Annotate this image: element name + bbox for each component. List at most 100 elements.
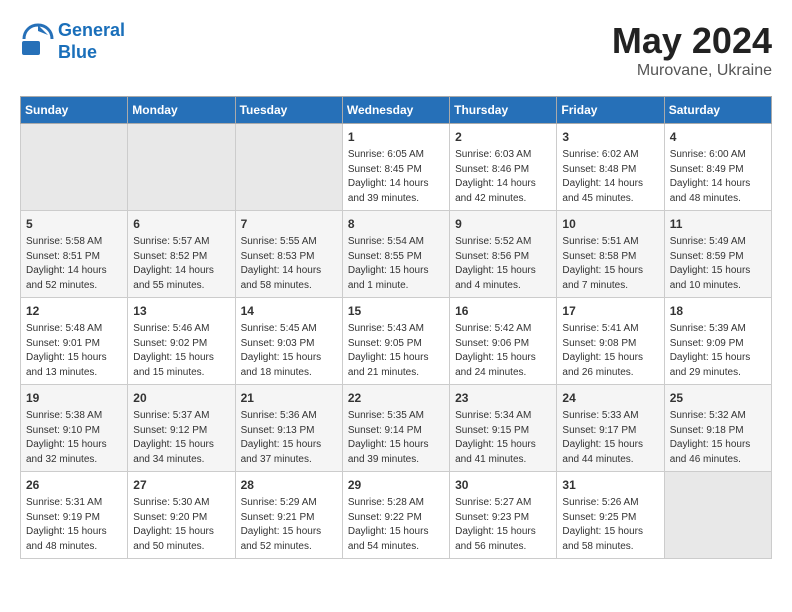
day-info: Sunrise: 5:43 AM Sunset: 9:05 PM Dayligh… bbox=[348, 322, 444, 380]
day-number: 5 bbox=[26, 215, 122, 233]
calendar-cell: 5 Sunrise: 5:58 AM Sunset: 8:51 PM Daylig… bbox=[21, 211, 128, 298]
calendar-cell: 28 Sunrise: 5:29 AM Sunset: 9:21 PM Dayli… bbox=[235, 472, 342, 559]
day-number: 6 bbox=[133, 215, 229, 233]
day-number: 7 bbox=[241, 215, 337, 233]
day-info: Sunrise: 6:03 AM Sunset: 8:46 PM Dayligh… bbox=[455, 148, 551, 206]
day-number: 1 bbox=[348, 128, 444, 146]
calendar-cell: 7Sunrise: 5:55 AM Sunset: 8:53 PM Daylig… bbox=[235, 211, 342, 298]
day-info: Sunrise: 5:37 AM Sunset: 9:12 PM Dayligh… bbox=[133, 409, 229, 467]
calendar-cell: 25 Sunrise: 5:32 AM Sunset: 9:18 PM Dayli… bbox=[664, 385, 771, 472]
day-number: 19 bbox=[26, 389, 122, 407]
day-number: 21 bbox=[241, 389, 337, 407]
month-title: May 2024 bbox=[612, 20, 772, 62]
day-number: 26 bbox=[26, 476, 122, 494]
day-number: 23 bbox=[455, 389, 551, 407]
day-number: 9 bbox=[455, 215, 551, 233]
day-info: Sunrise: 5:31 AM Sunset: 9:19 PM Dayligh… bbox=[26, 496, 122, 554]
day-info: Sunrise: 5:27 AM Sunset: 9:23 PM Dayligh… bbox=[455, 496, 551, 554]
day-info: Sunrise: 5:42 AM Sunset: 9:06 PM Dayligh… bbox=[455, 322, 551, 380]
day-info: Sunrise: 5:52 AM Sunset: 8:56 PM Dayligh… bbox=[455, 235, 551, 293]
day-info: Sunrise: 5:45 AM Sunset: 9:03 PM Dayligh… bbox=[241, 322, 337, 380]
calendar-cell: 6 Sunrise: 5:57 AM Sunset: 8:52 PM Daylig… bbox=[128, 211, 235, 298]
location-subtitle: Murovane, Ukraine bbox=[612, 62, 772, 80]
day-number: 27 bbox=[133, 476, 229, 494]
day-info: Sunrise: 6:02 AM Sunset: 8:48 PM Dayligh… bbox=[562, 148, 658, 206]
day-number: 3 bbox=[562, 128, 658, 146]
day-number: 4 bbox=[670, 128, 766, 146]
calendar-table: SundayMondayTuesdayWednesdayThursdayFrid… bbox=[20, 96, 772, 559]
calendar-cell: 29 Sunrise: 5:28 AM Sunset: 9:22 PM Dayli… bbox=[342, 472, 449, 559]
day-header-thursday: Thursday bbox=[450, 97, 557, 124]
day-number: 14 bbox=[241, 302, 337, 320]
day-header-wednesday: Wednesday bbox=[342, 97, 449, 124]
calendar-week-row: 5 Sunrise: 5:58 AM Sunset: 8:51 PM Daylig… bbox=[21, 211, 772, 298]
day-info: Sunrise: 5:57 AM Sunset: 8:52 PM Dayligh… bbox=[133, 235, 229, 293]
calendar-cell bbox=[664, 472, 771, 559]
calendar-cell: 17 Sunrise: 5:41 AM Sunset: 9:08 PM Dayli… bbox=[557, 298, 664, 385]
day-info: Sunrise: 5:34 AM Sunset: 9:15 PM Dayligh… bbox=[455, 409, 551, 467]
calendar-cell: 11Sunrise: 5:49 AM Sunset: 8:59 PM Dayli… bbox=[664, 211, 771, 298]
day-header-sunday: Sunday bbox=[21, 97, 128, 124]
day-number: 28 bbox=[241, 476, 337, 494]
day-header-tuesday: Tuesday bbox=[235, 97, 342, 124]
calendar-cell: 26 Sunrise: 5:31 AM Sunset: 9:19 PM Dayli… bbox=[21, 472, 128, 559]
day-info: Sunrise: 5:33 AM Sunset: 9:17 PM Dayligh… bbox=[562, 409, 658, 467]
calendar-cell: 16Sunrise: 5:42 AM Sunset: 9:06 PM Dayli… bbox=[450, 298, 557, 385]
calendar-cell bbox=[21, 124, 128, 211]
day-info: Sunrise: 6:00 AM Sunset: 8:49 PM Dayligh… bbox=[670, 148, 766, 206]
calendar-cell: 4 Sunrise: 6:00 AM Sunset: 8:49 PM Daylig… bbox=[664, 124, 771, 211]
calendar-cell: 2 Sunrise: 6:03 AM Sunset: 8:46 PM Daylig… bbox=[450, 124, 557, 211]
day-info: Sunrise: 5:29 AM Sunset: 9:21 PM Dayligh… bbox=[241, 496, 337, 554]
day-number: 17 bbox=[562, 302, 658, 320]
day-info: Sunrise: 5:36 AM Sunset: 9:13 PM Dayligh… bbox=[241, 409, 337, 467]
day-info: Sunrise: 5:30 AM Sunset: 9:20 PM Dayligh… bbox=[133, 496, 229, 554]
calendar-cell: 31Sunrise: 5:26 AM Sunset: 9:25 PM Dayli… bbox=[557, 472, 664, 559]
calendar-week-row: 19 Sunrise: 5:38 AM Sunset: 9:10 PM Dayli… bbox=[21, 385, 772, 472]
calendar-cell: 23 Sunrise: 5:34 AM Sunset: 9:15 PM Dayli… bbox=[450, 385, 557, 472]
title-block: May 2024 Murovane, Ukraine bbox=[612, 20, 772, 80]
calendar-cell: 10 Sunrise: 5:51 AM Sunset: 8:58 PM Dayli… bbox=[557, 211, 664, 298]
calendar-cell: 14 Sunrise: 5:45 AM Sunset: 9:03 PM Dayli… bbox=[235, 298, 342, 385]
calendar-cell bbox=[235, 124, 342, 211]
day-header-monday: Monday bbox=[128, 97, 235, 124]
day-number: 11 bbox=[670, 215, 766, 233]
day-info: Sunrise: 5:35 AM Sunset: 9:14 PM Dayligh… bbox=[348, 409, 444, 467]
day-info: Sunrise: 5:38 AM Sunset: 9:10 PM Dayligh… bbox=[26, 409, 122, 467]
calendar-cell: 3 Sunrise: 6:02 AM Sunset: 8:48 PM Daylig… bbox=[557, 124, 664, 211]
day-number: 12 bbox=[26, 302, 122, 320]
day-number: 2 bbox=[455, 128, 551, 146]
day-info: Sunrise: 5:51 AM Sunset: 8:58 PM Dayligh… bbox=[562, 235, 658, 293]
calendar-week-row: 12Sunrise: 5:48 AM Sunset: 9:01 PM Dayli… bbox=[21, 298, 772, 385]
day-header-friday: Friday bbox=[557, 97, 664, 124]
calendar-cell: 18Sunrise: 5:39 AM Sunset: 9:09 PM Dayli… bbox=[664, 298, 771, 385]
logo-text: General Blue bbox=[58, 20, 125, 63]
day-info: Sunrise: 5:28 AM Sunset: 9:22 PM Dayligh… bbox=[348, 496, 444, 554]
calendar-cell: 15 Sunrise: 5:43 AM Sunset: 9:05 PM Dayli… bbox=[342, 298, 449, 385]
calendar-cell bbox=[128, 124, 235, 211]
calendar-cell: 24 Sunrise: 5:33 AM Sunset: 9:17 PM Dayli… bbox=[557, 385, 664, 472]
logo-icon bbox=[20, 21, 56, 57]
day-number: 30 bbox=[455, 476, 551, 494]
day-number: 13 bbox=[133, 302, 229, 320]
day-number: 29 bbox=[348, 476, 444, 494]
day-info: Sunrise: 5:32 AM Sunset: 9:18 PM Dayligh… bbox=[670, 409, 766, 467]
day-number: 25 bbox=[670, 389, 766, 407]
calendar-cell: 20 Sunrise: 5:37 AM Sunset: 9:12 PM Dayli… bbox=[128, 385, 235, 472]
page-header: General Blue May 2024 Murovane, Ukraine bbox=[20, 20, 772, 80]
day-number: 24 bbox=[562, 389, 658, 407]
day-number: 15 bbox=[348, 302, 444, 320]
calendar-cell: 12Sunrise: 5:48 AM Sunset: 9:01 PM Dayli… bbox=[21, 298, 128, 385]
calendar-cell: 19 Sunrise: 5:38 AM Sunset: 9:10 PM Dayli… bbox=[21, 385, 128, 472]
calendar-cell: 30 Sunrise: 5:27 AM Sunset: 9:23 PM Dayli… bbox=[450, 472, 557, 559]
calendar-cell: 13Sunrise: 5:46 AM Sunset: 9:02 PM Dayli… bbox=[128, 298, 235, 385]
calendar-cell: 8Sunrise: 5:54 AM Sunset: 8:55 PM Daylig… bbox=[342, 211, 449, 298]
day-header-saturday: Saturday bbox=[664, 97, 771, 124]
calendar-cell: 21 Sunrise: 5:36 AM Sunset: 9:13 PM Dayli… bbox=[235, 385, 342, 472]
day-number: 10 bbox=[562, 215, 658, 233]
day-info: Sunrise: 5:41 AM Sunset: 9:08 PM Dayligh… bbox=[562, 322, 658, 380]
day-info: Sunrise: 5:58 AM Sunset: 8:51 PM Dayligh… bbox=[26, 235, 122, 293]
calendar-header-row: SundayMondayTuesdayWednesdayThursdayFrid… bbox=[21, 97, 772, 124]
calendar-cell: 9 Sunrise: 5:52 AM Sunset: 8:56 PM Daylig… bbox=[450, 211, 557, 298]
logo: General Blue bbox=[20, 20, 125, 63]
day-number: 20 bbox=[133, 389, 229, 407]
